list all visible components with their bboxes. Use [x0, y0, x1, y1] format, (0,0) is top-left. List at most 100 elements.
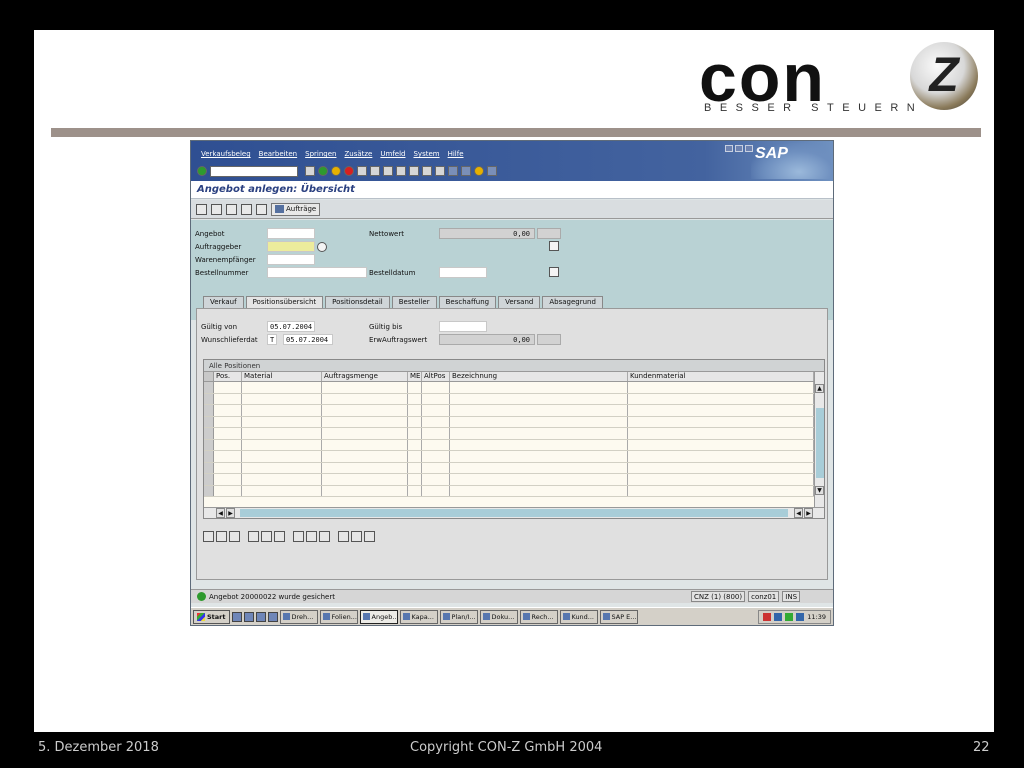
task-angeb[interactable]: Angeb...: [359, 609, 398, 624]
scroll-left-icon[interactable]: ◀: [216, 508, 225, 518]
document-icon[interactable]: [549, 241, 559, 251]
partner-icon[interactable]: [226, 203, 237, 215]
table-cell[interactable]: [242, 451, 322, 462]
table-cell[interactable]: [242, 462, 322, 473]
layout-menu-icon[interactable]: [487, 166, 497, 176]
auftraege-button[interactable]: Aufträge: [271, 202, 321, 216]
item-detail-icon[interactable]: [203, 531, 214, 542]
bestelldatum-field[interactable]: [439, 267, 487, 278]
table-cell[interactable]: [242, 485, 322, 496]
table-cell[interactable]: [628, 439, 814, 450]
task-sap[interactable]: SAP E...: [599, 609, 638, 624]
table-cell[interactable]: [450, 393, 628, 404]
table-cell[interactable]: [628, 451, 814, 462]
table-cell[interactable]: [322, 485, 408, 496]
find-next-icon[interactable]: [383, 166, 393, 176]
table-cell[interactable]: [408, 474, 422, 485]
order-info-icon[interactable]: [549, 267, 559, 277]
horizontal-scrollbar[interactable]: ◀ ▶ ◀ ▶: [204, 507, 824, 518]
row-selector[interactable]: [204, 485, 214, 496]
vertical-scroll-thumb[interactable]: [816, 408, 824, 478]
table-row[interactable]: [204, 485, 824, 497]
table-cell[interactable]: [408, 382, 422, 393]
table-cell[interactable]: [408, 393, 422, 404]
partner-search-icon[interactable]: [317, 242, 327, 252]
table-cell[interactable]: [422, 485, 450, 496]
row-selector[interactable]: [204, 405, 214, 416]
sort-icon[interactable]: [293, 531, 304, 542]
gueltig-von-field[interactable]: 05.07.2004: [267, 321, 315, 332]
table-cell[interactable]: [628, 382, 814, 393]
menu-verkaufsbeleg[interactable]: Verkaufsbeleg: [201, 150, 251, 158]
table-row[interactable]: [204, 428, 824, 440]
angebot-field[interactable]: [267, 228, 315, 239]
horizontal-scroll-thumb[interactable]: [240, 509, 788, 517]
table-row[interactable]: [204, 462, 824, 474]
table-cell[interactable]: [322, 439, 408, 450]
col-altpos[interactable]: AltPos: [422, 372, 450, 381]
print-icon[interactable]: [357, 166, 367, 176]
table-row[interactable]: [204, 474, 824, 486]
table-cell[interactable]: [628, 485, 814, 496]
cancel-icon[interactable]: [344, 166, 354, 176]
row-selector[interactable]: [204, 474, 214, 485]
row-selector[interactable]: [204, 393, 214, 404]
col-material[interactable]: Material: [242, 372, 322, 381]
table-cell[interactable]: [628, 474, 814, 485]
previous-page-icon[interactable]: [409, 166, 419, 176]
table-cell[interactable]: [408, 405, 422, 416]
new-session-icon[interactable]: [448, 166, 458, 176]
task-kund[interactable]: Kund...: [559, 609, 598, 624]
scroll-right-icon[interactable]: ▶: [804, 508, 813, 518]
help-icon[interactable]: [474, 166, 484, 176]
menu-bearbeiten[interactable]: Bearbeiten: [259, 150, 297, 158]
table-cell[interactable]: [450, 439, 628, 450]
col-me[interactable]: ME: [408, 372, 422, 381]
table-cell[interactable]: [408, 439, 422, 450]
header-icon[interactable]: [196, 203, 207, 215]
exit-icon[interactable]: [331, 166, 341, 176]
table-cell[interactable]: [242, 393, 322, 404]
menu-springen[interactable]: Springen: [305, 150, 336, 158]
table-cell[interactable]: [422, 428, 450, 439]
table-cell[interactable]: [214, 451, 242, 462]
table-row[interactable]: [204, 439, 824, 451]
table-cell[interactable]: [214, 382, 242, 393]
table-cell[interactable]: [422, 405, 450, 416]
menu-system[interactable]: System: [413, 150, 439, 158]
table-cell[interactable]: [214, 428, 242, 439]
save-icon[interactable]: [305, 166, 315, 176]
col-auftragsmenge[interactable]: Auftragsmenge: [322, 372, 408, 381]
task-doku[interactable]: Doku...: [479, 609, 518, 624]
row-selector[interactable]: [204, 416, 214, 427]
table-row[interactable]: [204, 382, 824, 394]
scroll-right-small-icon[interactable]: ▶: [226, 508, 235, 518]
table-cell[interactable]: [422, 474, 450, 485]
next-page-icon[interactable]: [422, 166, 432, 176]
item-details-icon[interactable]: [211, 203, 222, 215]
task-plan[interactable]: Plan/I...: [439, 609, 478, 624]
table-cell[interactable]: [322, 451, 408, 462]
tray-icon[interactable]: [785, 612, 794, 621]
vertical-scrollbar[interactable]: ▲ ▼: [814, 372, 824, 508]
table-cell[interactable]: [322, 416, 408, 427]
last-page-icon[interactable]: [435, 166, 445, 176]
row-selector[interactable]: [204, 462, 214, 473]
table-cell[interactable]: [322, 382, 408, 393]
tray-icon[interactable]: [763, 612, 772, 621]
table-cell[interactable]: [214, 405, 242, 416]
table-cell[interactable]: [322, 474, 408, 485]
system-id[interactable]: CNZ (1) (800): [691, 591, 746, 602]
menu-umfeld[interactable]: Umfeld: [380, 150, 405, 158]
table-cell[interactable]: [422, 439, 450, 450]
table-cell[interactable]: [408, 462, 422, 473]
table-cell[interactable]: [450, 416, 628, 427]
scroll-down-icon[interactable]: ▼: [815, 486, 824, 495]
date-type-field[interactable]: T: [267, 334, 277, 345]
table-cell[interactable]: [214, 485, 242, 496]
table-cell[interactable]: [628, 393, 814, 404]
row-selector[interactable]: [204, 428, 214, 439]
select-all-icon[interactable]: [248, 531, 259, 542]
table-cell[interactable]: [408, 451, 422, 462]
warenempfaenger-field[interactable]: [267, 254, 315, 265]
